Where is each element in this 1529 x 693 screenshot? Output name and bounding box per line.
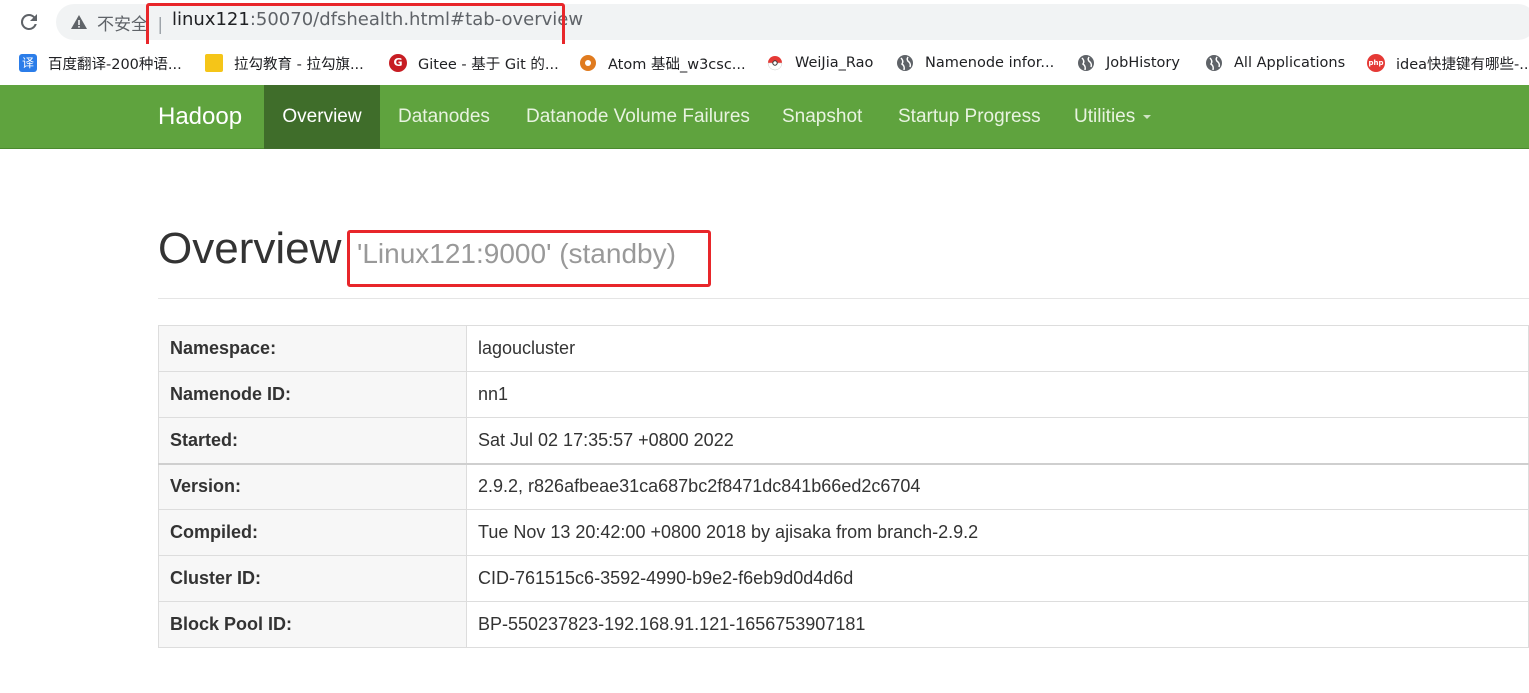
hadoop-navbar: Hadoop Overview Datanodes Datanode Volum… (0, 85, 1529, 149)
row-value: Sat Jul 02 17:35:57 +0800 2022 (466, 417, 1529, 464)
table-row: Version: 2.9.2, r826afbeae31ca687bc2f847… (158, 462, 1529, 510)
url-path: :50070/dfshealth.html#tab-overview (249, 9, 584, 30)
php-icon: php (1367, 54, 1385, 72)
security-status[interactable]: 不安全 | (97, 10, 163, 35)
bookmark-all-applications[interactable]: All Applications (1205, 52, 1345, 74)
table-row: Block Pool ID: BP-550237823-192.168.91.1… (158, 601, 1529, 648)
bookmark-label: All Applications (1234, 55, 1346, 71)
lagou-icon (205, 54, 223, 72)
nav-startup-progress[interactable]: Startup Progress (898, 85, 1041, 149)
bookmark-label: 百度翻译-200种语... (48, 56, 182, 73)
row-value: CID-761515c6-3592-4990-b9e2-f6eb9d0d4d6d (466, 555, 1529, 602)
table-row: Compiled: Tue Nov 13 20:42:00 +0800 2018… (158, 509, 1529, 556)
row-value: BP-550237823-192.168.91.121-165675390718… (466, 601, 1529, 648)
bookmark-gitee[interactable]: G Gitee - 基于 Git 的... (389, 52, 559, 74)
row-value: nn1 (466, 371, 1529, 418)
table-row: Started: Sat Jul 02 17:35:57 +0800 2022 (158, 417, 1529, 464)
pokeball-icon (766, 54, 784, 72)
bookmark-namenode-info[interactable]: Namenode infor... (896, 52, 1054, 74)
bookmark-baidu-translate[interactable]: 译 百度翻译-200种语... (19, 52, 182, 74)
bookmark-label: 拉勾教育 - 拉勾旗... (234, 56, 364, 73)
gitee-icon: G (389, 54, 407, 72)
bookmark-label: idea快捷键有哪些-... (1396, 56, 1529, 73)
nav-utilities[interactable]: Utilities (1074, 85, 1152, 149)
url-host: linux121 (172, 9, 250, 30)
bookmarks-bar: 译 百度翻译-200种语... 拉勾教育 - 拉勾旗... G Gitee - … (0, 44, 1529, 84)
bookmark-atom[interactable]: Atom 基础_w3csc... (579, 52, 746, 74)
globe-icon (1077, 54, 1095, 72)
bookmark-weijia-rao[interactable]: WeiJia_Rao (766, 52, 873, 74)
table-row: Cluster ID: CID-761515c6-3592-4990-b9e2-… (158, 555, 1529, 602)
overview-table: Namespace: lagoucluster Namenode ID: nn1… (158, 325, 1529, 648)
bookmark-jobhistory[interactable]: JobHistory (1077, 52, 1180, 74)
nav-utilities-label: Utilities (1074, 106, 1136, 127)
row-key: Started: (158, 417, 467, 464)
brand-hadoop[interactable]: Hadoop (158, 103, 242, 131)
nav-datanodes[interactable]: Datanodes (398, 85, 490, 149)
bookmark-label: Atom 基础_w3csc... (608, 56, 746, 73)
header-divider (158, 298, 1529, 299)
table-row: Namespace: lagoucluster (158, 325, 1529, 372)
row-key: Version: (158, 462, 467, 510)
chevron-down-icon (1143, 114, 1152, 119)
nav-overview[interactable]: Overview (264, 85, 380, 149)
bookmark-label: Namenode infor... (925, 55, 1055, 71)
row-value: Tue Nov 13 20:42:00 +0800 2018 by ajisak… (466, 509, 1529, 556)
reload-icon[interactable] (17, 10, 41, 34)
bookmark-lagou[interactable]: 拉勾教育 - 拉勾旗... (205, 52, 364, 74)
bookmark-label: JobHistory (1106, 55, 1180, 71)
row-key: Namespace: (158, 325, 467, 372)
page-title: Overview (158, 224, 342, 273)
row-key: Cluster ID: (158, 555, 467, 602)
row-key: Block Pool ID: (158, 601, 467, 648)
bookmark-label: WeiJia_Rao (795, 55, 874, 71)
warning-icon[interactable] (70, 13, 88, 31)
translate-icon: 译 (19, 54, 37, 72)
globe-icon (896, 54, 914, 72)
nav-snapshot[interactable]: Snapshot (782, 85, 862, 149)
row-value: lagoucluster (466, 325, 1529, 372)
table-row: Namenode ID: nn1 (158, 371, 1529, 418)
insecure-label: 不安全 (97, 15, 148, 35)
nav-datanode-volume-failures[interactable]: Datanode Volume Failures (526, 85, 750, 149)
url-text[interactable]: linux121:50070/dfshealth.html#tab-overvi… (172, 9, 583, 30)
namenode-status: 'Linux121:9000' (standby) (357, 238, 676, 269)
globe-icon (1205, 54, 1223, 72)
atom-icon (579, 54, 597, 72)
bookmark-idea-shortcuts[interactable]: php idea快捷键有哪些-... (1367, 52, 1529, 74)
row-key: Compiled: (158, 509, 467, 556)
separator: | (157, 15, 164, 35)
bookmark-label: Gitee - 基于 Git 的... (418, 56, 559, 73)
row-value: 2.9.2, r826afbeae31ca687bc2f8471dc841b66… (466, 462, 1529, 510)
browser-address-bar: 不安全 | linux121:50070/dfshealth.html#tab-… (0, 0, 1529, 47)
row-key: Namenode ID: (158, 371, 467, 418)
